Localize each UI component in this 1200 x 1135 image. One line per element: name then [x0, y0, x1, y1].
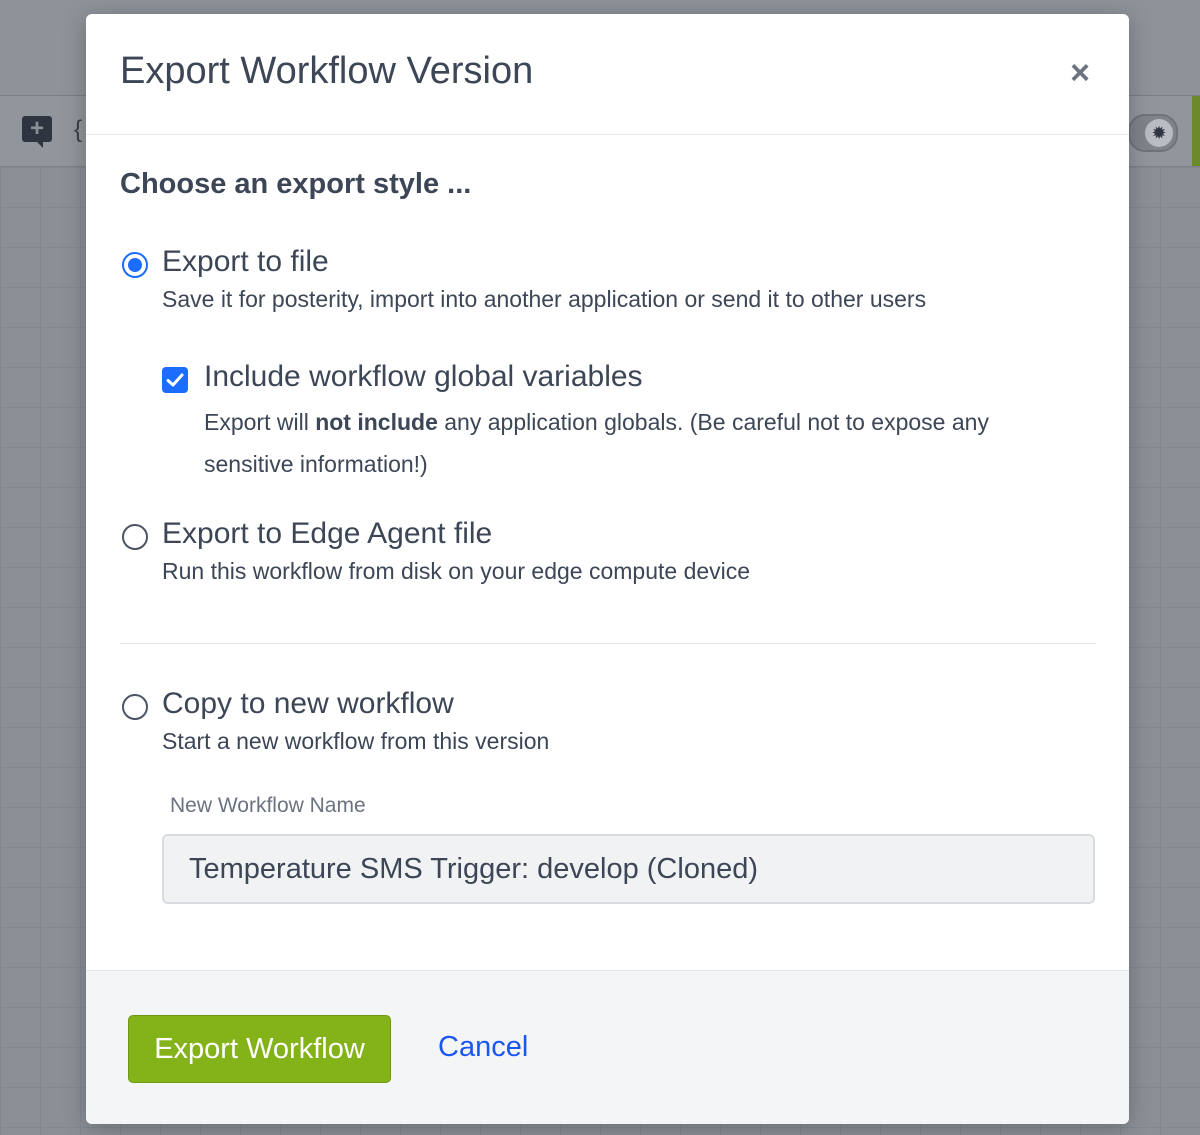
debug-toggle: ✹	[1128, 114, 1178, 152]
export-to-file-description: Save it for posterity, import into anoth…	[162, 286, 927, 312]
comment-add-icon: +	[22, 116, 52, 148]
brace-icon: {	[74, 116, 83, 143]
export-to-edge-radio[interactable]	[122, 524, 148, 550]
modal-title: Export Workflow Version	[120, 50, 534, 92]
background-accent-edge	[1192, 96, 1200, 166]
export-workflow-button[interactable]: Export Workflow	[128, 1015, 391, 1083]
new-workflow-name-label: New Workflow Name	[170, 794, 366, 817]
include-globals-description: Export will not include any application …	[204, 409, 989, 477]
bug-icon: ✹	[1145, 119, 1173, 147]
modal-header: Export Workflow Version ×	[86, 14, 1129, 135]
divider	[120, 643, 1096, 644]
check-icon	[166, 373, 184, 387]
export-to-edge-label[interactable]: Export to Edge Agent file	[162, 517, 492, 551]
close-icon[interactable]: ×	[1065, 56, 1095, 90]
cancel-button[interactable]: Cancel	[438, 1031, 528, 1064]
copy-to-new-workflow-radio[interactable]	[122, 694, 148, 720]
copy-to-new-workflow-label[interactable]: Copy to new workflow	[162, 687, 454, 721]
include-globals-label[interactable]: Include workflow global variables	[204, 360, 643, 394]
export-to-edge-description: Run this workflow from disk on your edge…	[162, 558, 751, 584]
export-to-file-radio[interactable]	[122, 252, 148, 278]
export-workflow-modal: Export Workflow Version × Choose an expo…	[86, 14, 1129, 1124]
include-globals-checkbox[interactable]	[162, 367, 188, 393]
new-workflow-name-input[interactable]	[162, 834, 1095, 904]
section-heading: Choose an export style ...	[120, 168, 472, 200]
copy-to-new-workflow-description: Start a new workflow from this version	[162, 728, 550, 754]
modal-footer: Export Workflow Cancel	[86, 970, 1129, 1124]
export-to-file-label[interactable]: Export to file	[162, 245, 329, 279]
